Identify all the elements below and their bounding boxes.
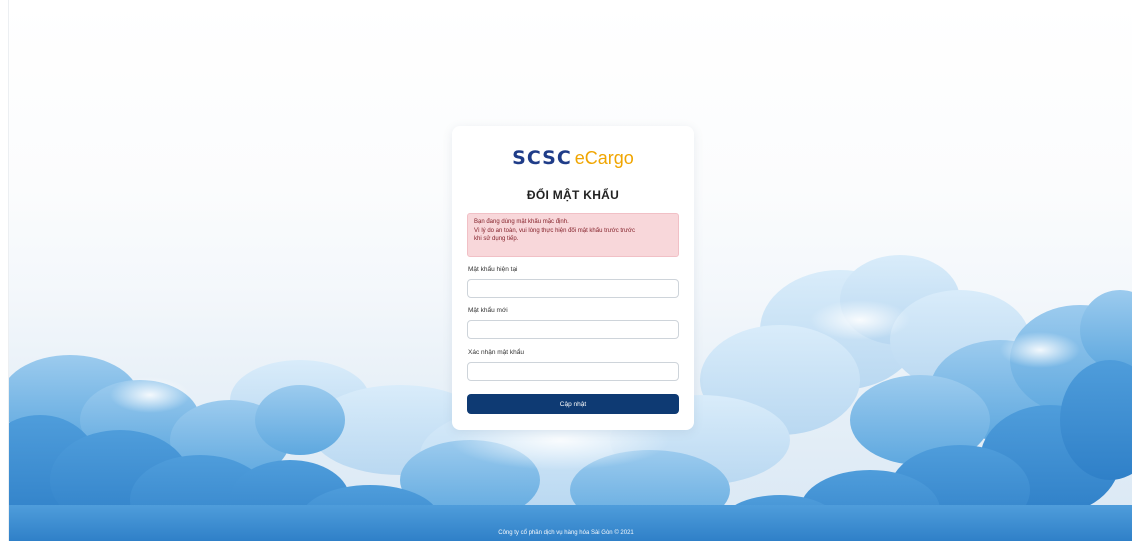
footer-copyright: Công ty cổ phần dịch vụ hàng hóa Sài Gòn…: [498, 530, 634, 536]
page-title: ĐỔI MẬT KHẨU: [526, 188, 620, 202]
current-password-label: Mật khẩu hiện tại: [468, 266, 518, 273]
current-password-field[interactable]: [467, 279, 679, 298]
alert-line: Vì lý do an toàn, vui lòng thực hiện đổi…: [474, 227, 635, 234]
page: SCSC eCargo ĐỔI MẬT KHẨU Bạn đang dùng mậ…: [0, 0, 1132, 541]
update-button[interactable]: Cập nhật: [467, 394, 679, 414]
change-password-card: SCSC eCargo ĐỔI MẬT KHẨU Bạn đang dùng mậ…: [452, 126, 694, 430]
new-password-field[interactable]: [467, 320, 679, 339]
logo: SCSC eCargo: [452, 146, 694, 170]
default-password-alert: Bạn đang dùng mật khẩu mặc định. Vì lý d…: [467, 213, 679, 257]
logo-product: eCargo: [574, 148, 634, 168]
new-password-label: Mật khẩu mới: [468, 307, 508, 314]
confirm-password-label: Xác nhận mật khẩu: [468, 349, 525, 356]
logo-brand: SCSC: [512, 147, 572, 169]
alert-line: Bạn đang dùng mật khẩu mặc định.: [474, 219, 569, 225]
confirm-password-field[interactable]: [467, 362, 679, 381]
left-edge-strip: [0, 0, 9, 541]
alert-line: khi sử dụng tiếp.: [474, 236, 519, 242]
